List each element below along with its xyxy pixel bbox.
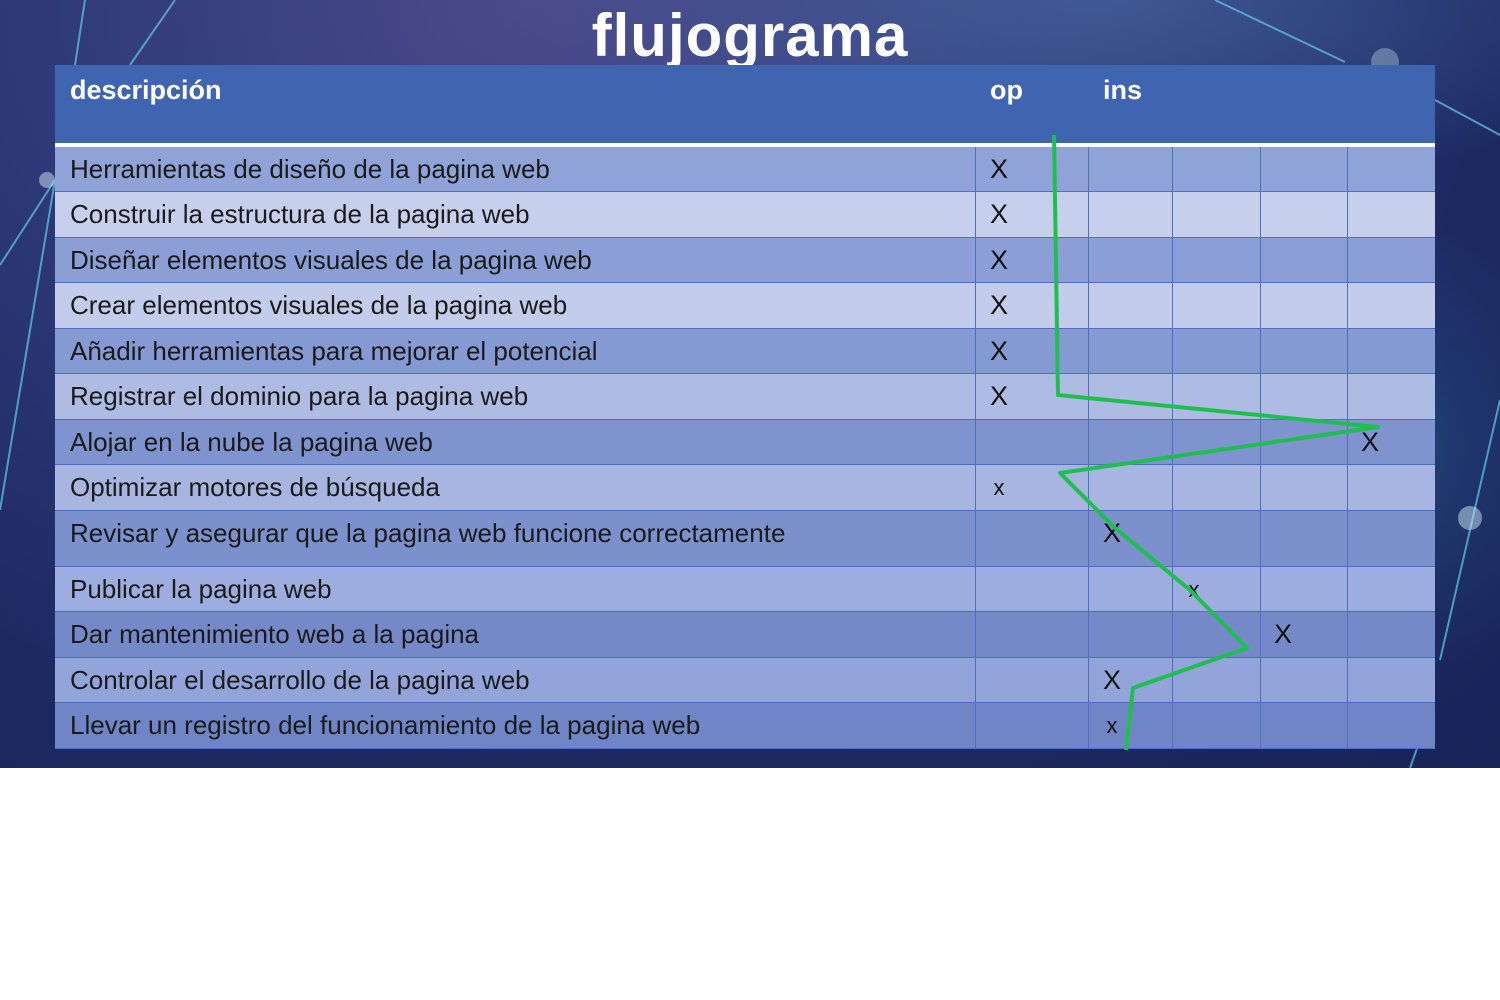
table-cell	[1347, 567, 1435, 611]
table-cell	[1347, 192, 1435, 237]
table-cell	[1260, 703, 1347, 748]
table-cell	[1260, 511, 1347, 566]
table-cell	[1260, 374, 1347, 419]
row-description: Construir la estructura de la pagina web	[70, 199, 530, 229]
table-cell	[975, 511, 1088, 566]
table-row: Alojar en la nube la pagina web X	[55, 420, 1435, 465]
header-descripcion: descripción	[70, 75, 222, 105]
table-row: Diseñar elementos visuales de la pagina …	[55, 238, 1435, 283]
row-mark: X	[1102, 665, 1121, 695]
slide-title: flujograma	[591, 2, 909, 69]
table-cell	[1172, 147, 1260, 191]
table-cell	[1347, 329, 1435, 373]
row-mark: X	[1273, 619, 1292, 649]
table-cell	[1088, 329, 1172, 373]
row-mark: X	[1360, 427, 1379, 457]
header-ins: ins	[1103, 75, 1143, 105]
table-cell	[1260, 238, 1347, 282]
table-row: Controlar el desarrollo de la pagina web…	[55, 658, 1435, 703]
row-description: Publicar la pagina web	[70, 574, 332, 604]
table-cell	[1260, 567, 1347, 611]
row-description: Alojar en la nube la pagina web	[70, 427, 433, 457]
table-cell	[1172, 192, 1260, 237]
row-mark: X	[989, 245, 1008, 275]
row-description: Registrar el dominio para la pagina web	[70, 381, 529, 411]
slide-background: flujograma descripción op ins Herramient…	[0, 0, 1500, 768]
table-cell	[1172, 612, 1260, 657]
row-mark: X	[989, 290, 1008, 320]
table-cell	[1260, 147, 1347, 191]
row-description: Dar mantenimiento web a la pagina	[70, 619, 480, 649]
header-op: op	[990, 75, 1023, 105]
table-row: Herramientas de diseño de la pagina web X	[55, 147, 1435, 192]
table-cell	[1172, 374, 1260, 419]
table-cell	[1260, 465, 1347, 510]
table-cell	[1172, 511, 1260, 566]
table-cell	[975, 420, 1088, 464]
table-row: Construir la estructura de la pagina web…	[55, 192, 1435, 238]
table-cell	[1088, 283, 1172, 328]
row-description: Llevar un registro del funcionamiento de…	[70, 710, 701, 740]
table-row: Publicar la pagina web x	[55, 567, 1435, 612]
table-cell	[1260, 658, 1347, 702]
table-row: Revisar y asegurar que la pagina web fun…	[55, 511, 1435, 567]
table-row: Crear elementos visuales de la pagina we…	[55, 283, 1435, 329]
table-row: Optimizar motores de búsqueda x	[55, 465, 1435, 511]
table-row: Añadir herramientas para mejorar el pote…	[55, 329, 1435, 374]
table-row: Registrar el dominio para la pagina web X	[55, 374, 1435, 420]
row-description: Añadir herramientas para mejorar el pote…	[70, 336, 598, 366]
row-mark: x	[1106, 713, 1118, 738]
table-cell	[1347, 703, 1435, 748]
table-cell	[1347, 511, 1435, 566]
table-cell	[1172, 283, 1260, 328]
table-cell	[1260, 420, 1347, 464]
row-description: Optimizar motores de búsqueda	[70, 472, 440, 502]
table-cell	[1172, 329, 1260, 373]
row-description: Diseñar elementos visuales de la pagina …	[70, 245, 592, 275]
table-cell	[1088, 192, 1172, 237]
table-cell	[1347, 283, 1435, 328]
table-cell	[1347, 658, 1435, 702]
table-cell	[975, 703, 1088, 748]
table-cell	[1172, 703, 1260, 748]
row-mark: X	[1102, 518, 1121, 548]
table-cell	[1088, 612, 1172, 657]
table-cell	[1088, 238, 1172, 282]
table-cell	[1260, 329, 1347, 373]
table-cell	[1172, 658, 1260, 702]
table-cell	[1260, 192, 1347, 237]
table-row: Llevar un registro del funcionamiento de…	[55, 703, 1435, 749]
table-cell	[1347, 374, 1435, 419]
table-cell	[1347, 238, 1435, 282]
row-description: Crear elementos visuales de la pagina we…	[70, 290, 568, 320]
table-cell	[1347, 147, 1435, 191]
table-header: descripción op ins	[55, 65, 1435, 147]
table-cell	[1088, 465, 1172, 510]
flowchart-table: descripción op ins Herramientas de diseñ…	[55, 65, 1435, 749]
table-cell	[1347, 612, 1435, 657]
row-description: Revisar y asegurar que la pagina web fun…	[70, 518, 786, 548]
table-cell	[975, 658, 1088, 702]
table-cell	[1260, 283, 1347, 328]
table-cell	[975, 567, 1088, 611]
row-mark: x	[993, 475, 1005, 500]
table-cell	[1172, 420, 1260, 464]
table-row: Dar mantenimiento web a la pagina X	[55, 612, 1435, 658]
table-cell	[1088, 147, 1172, 191]
row-description: Controlar el desarrollo de la pagina web	[70, 665, 530, 695]
table-cell	[1172, 465, 1260, 510]
row-mark: X	[989, 154, 1008, 184]
row-mark: X	[989, 336, 1008, 366]
table-cell	[1172, 238, 1260, 282]
row-mark: X	[989, 199, 1008, 229]
row-mark: X	[989, 381, 1008, 411]
table-cell	[1088, 374, 1172, 419]
row-description: Herramientas de diseño de la pagina web	[70, 154, 550, 184]
table-cell	[1088, 420, 1172, 464]
table-cell	[1088, 567, 1172, 611]
table-cell	[1347, 465, 1435, 510]
row-mark: x	[1188, 577, 1200, 602]
table-cell	[975, 612, 1088, 657]
